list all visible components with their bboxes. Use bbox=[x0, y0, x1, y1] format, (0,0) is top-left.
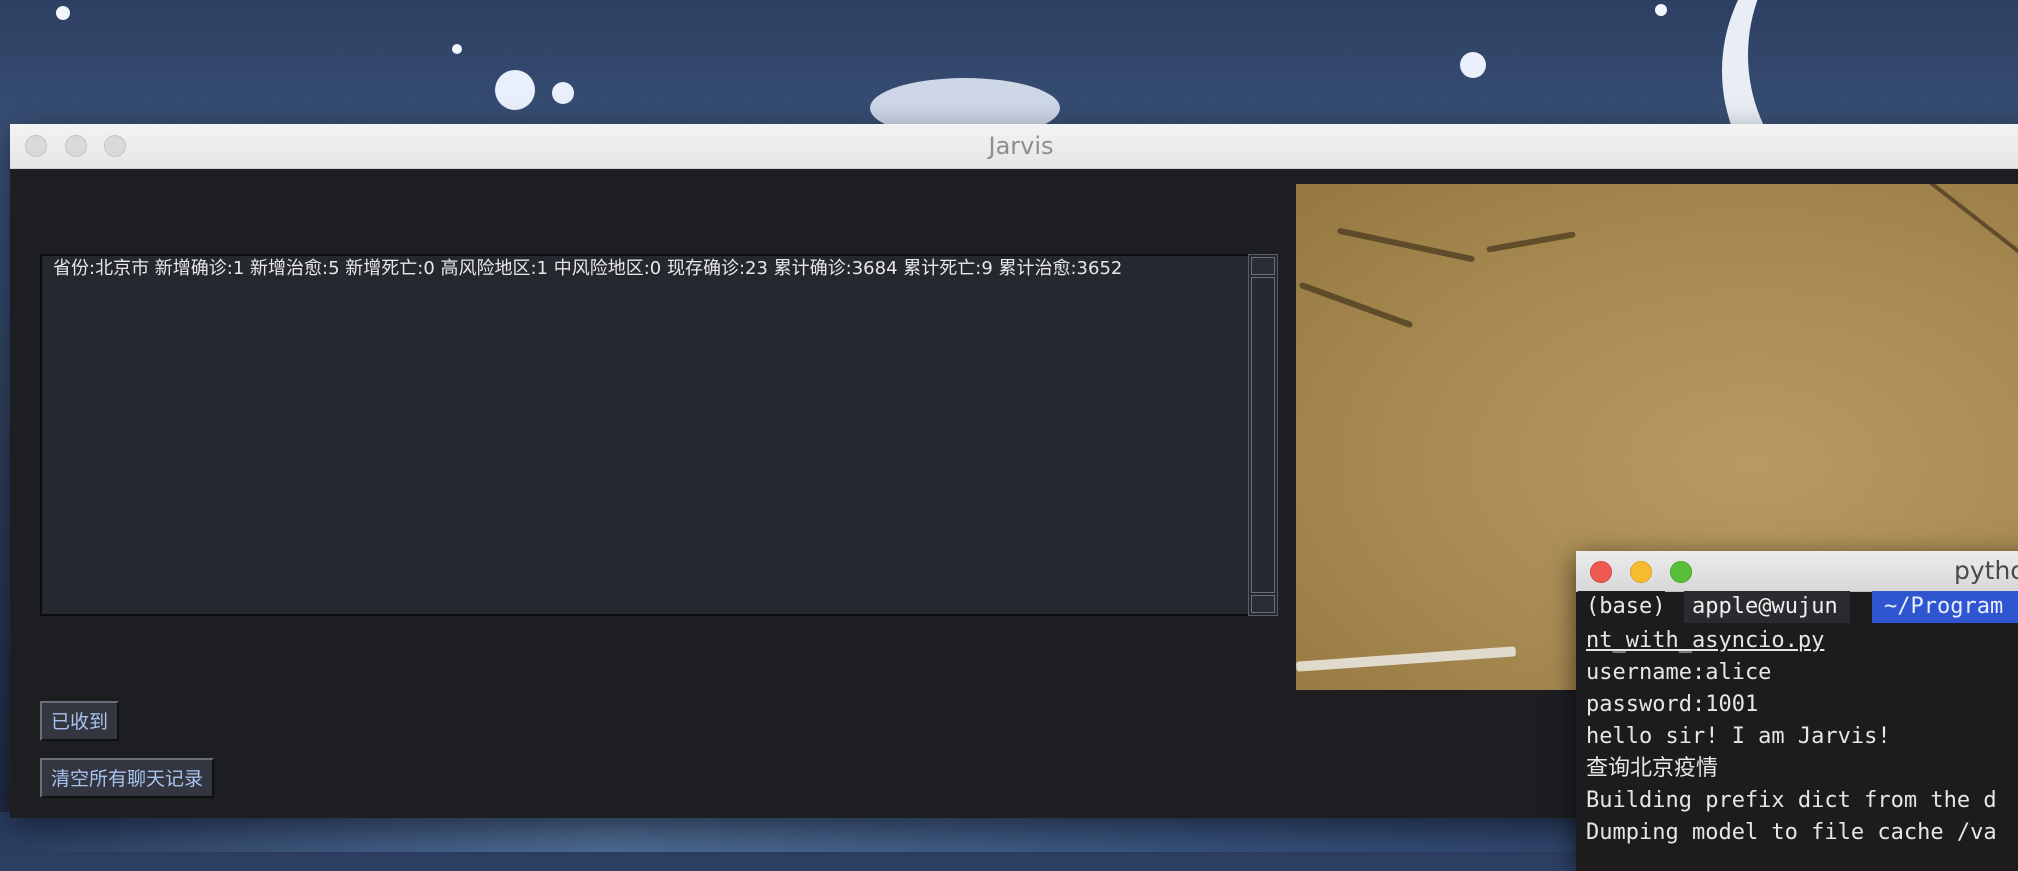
terminal-prompt: (base) apple@wujun ~/Program bbox=[1576, 591, 2018, 623]
window-titlebar[interactable]: Jarvis bbox=[10, 124, 2018, 169]
prompt-env: (base) bbox=[1578, 591, 1666, 623]
terminal-line: 查询北京疫情 bbox=[1586, 756, 1719, 781]
terminal-line: username:alice bbox=[1586, 660, 1772, 685]
star-decoration bbox=[56, 6, 70, 20]
terminal-line: nt_with_asyncio.py bbox=[1586, 628, 1825, 653]
message-display[interactable]: 省份:北京市 新增确诊:1 新增治愈:5 新增死亡:0 高风险地区:1 中风险地… bbox=[40, 254, 1256, 616]
received-button[interactable]: 已收到 bbox=[40, 701, 120, 741]
clear-history-button[interactable]: 清空所有聊天记录 bbox=[40, 758, 215, 798]
image-streak bbox=[1296, 646, 1517, 672]
terminal-line: hello sir! I am Jarvis! bbox=[1586, 724, 1891, 749]
terminal-line: Building prefix dict from the d bbox=[1586, 788, 1997, 813]
terminal-titlebar[interactable]: pytho bbox=[1576, 551, 2018, 592]
scroll-up-button[interactable] bbox=[1251, 257, 1275, 275]
message-scrollbar[interactable] bbox=[1248, 254, 1278, 616]
star-decoration bbox=[1655, 4, 1667, 16]
image-streak bbox=[1298, 281, 1414, 329]
message-text: 省份:北京市 新增确诊:1 新增治愈:5 新增死亡:0 高风险地区:1 中风险地… bbox=[53, 258, 1123, 279]
cloud-decoration bbox=[552, 82, 574, 104]
image-streak bbox=[1882, 184, 2018, 308]
terminal-line: password:1001 bbox=[1586, 692, 1759, 717]
cloud-decoration bbox=[495, 70, 535, 110]
close-icon[interactable] bbox=[1590, 561, 1612, 583]
terminal-title: pytho bbox=[1954, 556, 2018, 585]
star-decoration bbox=[452, 44, 462, 54]
image-streak bbox=[1486, 231, 1576, 253]
zoom-icon[interactable] bbox=[1670, 561, 1692, 583]
terminal-line: Dumping model to file cache /va bbox=[1586, 820, 1997, 845]
window-title: Jarvis bbox=[988, 132, 1054, 160]
scroll-thumb[interactable] bbox=[1251, 277, 1275, 593]
terminal-window: pytho (base) apple@wujun ~/Program nt_wi… bbox=[1576, 551, 2018, 871]
image-streak bbox=[1336, 227, 1476, 263]
prompt-user: apple@wujun bbox=[1684, 591, 1850, 623]
prompt-path: ~/Program bbox=[1872, 591, 2018, 623]
minimize-icon[interactable] bbox=[1630, 561, 1652, 583]
scroll-down-button[interactable] bbox=[1251, 595, 1275, 613]
cloud-decoration bbox=[1460, 52, 1486, 78]
